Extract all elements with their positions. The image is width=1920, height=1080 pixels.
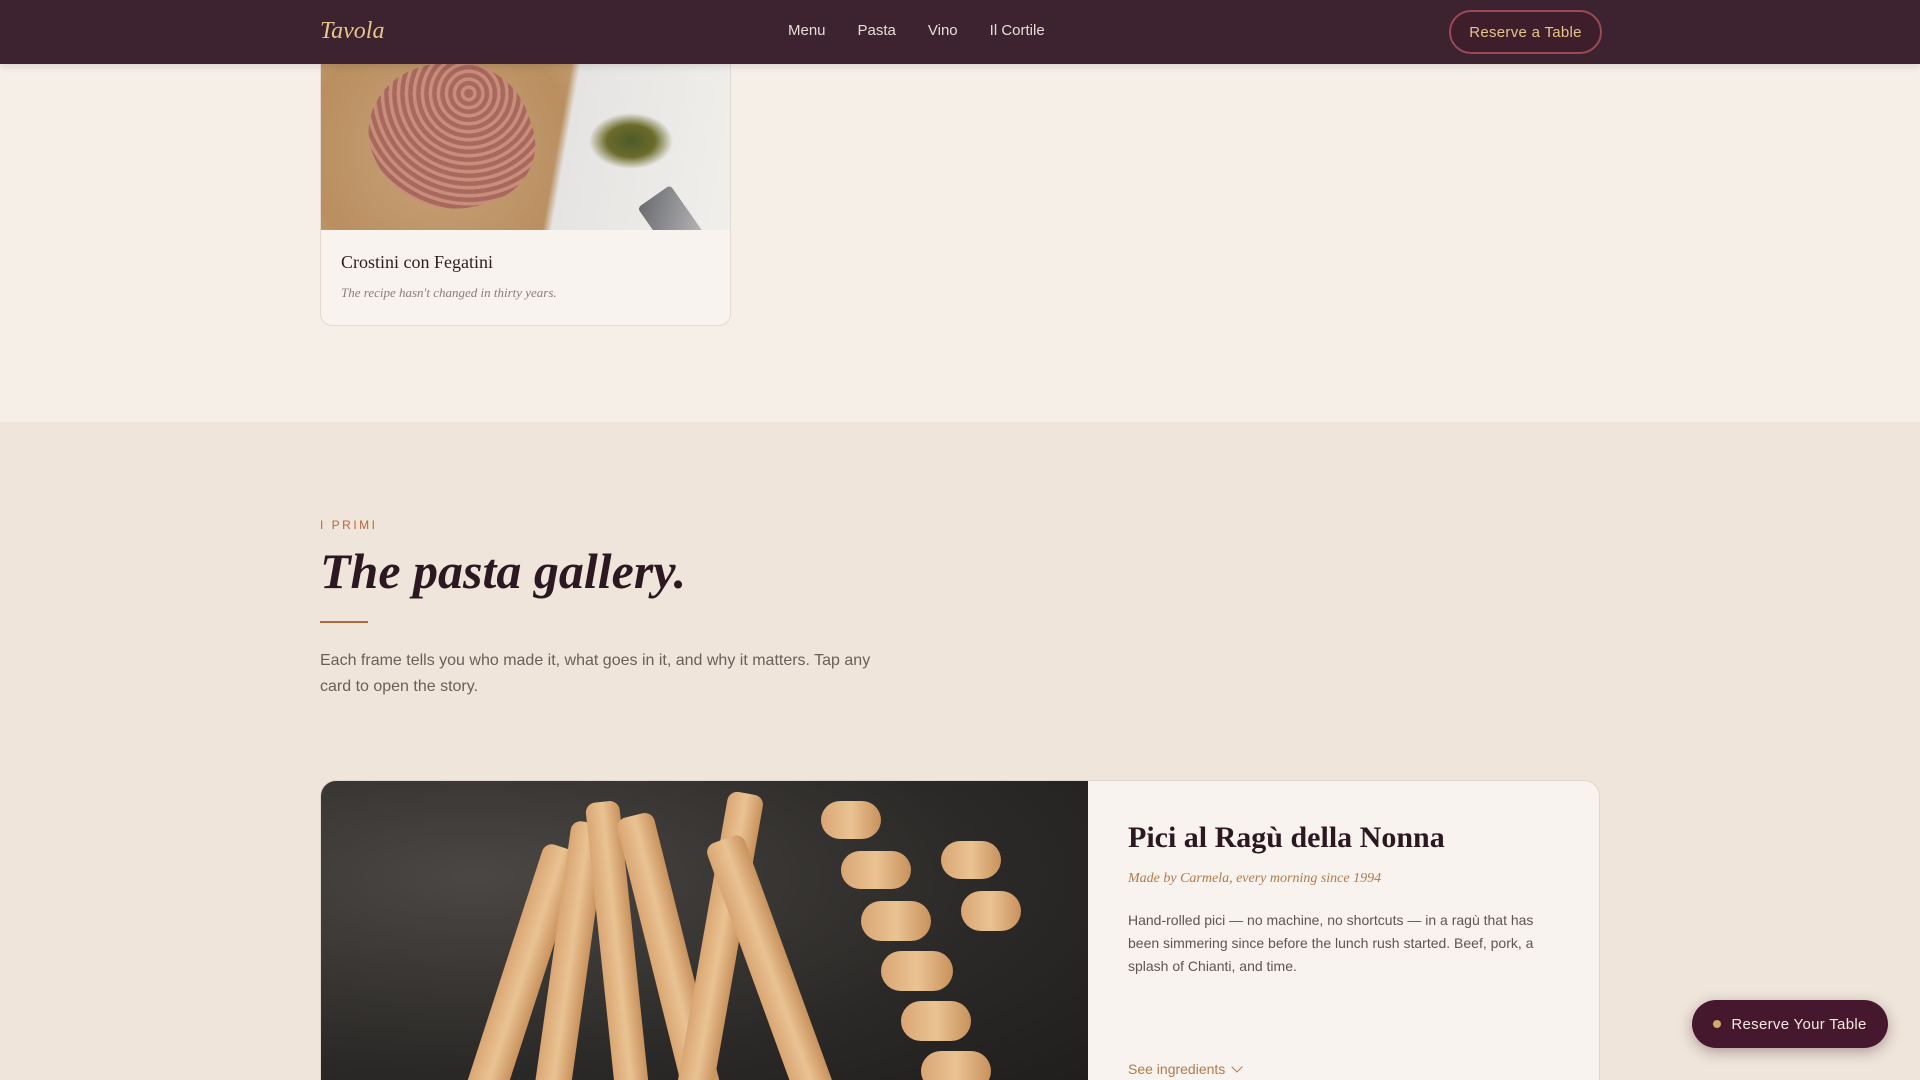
section-eyebrow: I PRIMI [320, 518, 378, 532]
top-nav: Tavola Menu Pasta Vino Il Cortile Reserv… [0, 0, 1920, 64]
feature-card-body: Pici al Ragù della Nonna Made by Carmela… [1088, 781, 1599, 1080]
feature-dish-maker: Made by Carmela, every morning since 199… [1128, 871, 1382, 886]
floating-reserve-label: Reserve Your Table [1731, 1015, 1867, 1033]
noodle-strand [961, 891, 1021, 931]
dish-card-title: Crostini con Fegatini [341, 252, 493, 272]
nav-link-menu[interactable]: Menu [788, 22, 826, 39]
pici-photo [321, 781, 1088, 1080]
section-intro: Each frame tells you who made it, what g… [320, 652, 871, 695]
section-divider [320, 621, 368, 623]
see-ingredients-label: See ingredients [1128, 1061, 1226, 1077]
nav-link-pasta[interactable]: Pasta [858, 22, 896, 39]
brand-logo[interactable]: Tavola [320, 18, 384, 45]
section-title: The pasta gallery. [320, 543, 687, 599]
feature-dish-card[interactable]: Pici al Ragù della Nonna Made by Carmela… [320, 780, 1600, 1080]
noodle-strand [941, 841, 1001, 879]
nav-link-vino[interactable]: Vino [928, 22, 958, 39]
nav-links: Menu Pasta Vino Il Cortile [788, 22, 1045, 39]
noodle-strand [821, 801, 881, 839]
reserve-table-button[interactable]: Reserve a Table [1449, 10, 1602, 54]
noodle-strand [881, 951, 953, 991]
pasta-gallery-section: I PRIMI The pasta gallery. Each frame te… [0, 422, 1920, 1080]
noodle-strand [841, 851, 911, 889]
feature-dish-title: Pici al Ragù della Nonna [1128, 821, 1445, 854]
noodle-strand [921, 1051, 991, 1080]
status-dot-icon [1713, 1020, 1722, 1028]
feature-dish-description: Hand-rolled pici — no machine, no shortc… [1128, 912, 1534, 974]
noodle-strand [901, 1001, 971, 1041]
noodle-strand [861, 901, 931, 941]
chevron-down-icon [1231, 1061, 1243, 1073]
nav-link-il-cortile[interactable]: Il Cortile [990, 22, 1045, 39]
dish-card-subtitle: The recipe hasn't changed in thirty year… [341, 285, 557, 300]
pate-spread [351, 39, 551, 230]
see-ingredients-toggle[interactable]: See ingredients [1128, 1061, 1243, 1077]
floating-reserve-button[interactable]: Reserve Your Table [1692, 1000, 1888, 1048]
knife-blade [637, 184, 705, 230]
